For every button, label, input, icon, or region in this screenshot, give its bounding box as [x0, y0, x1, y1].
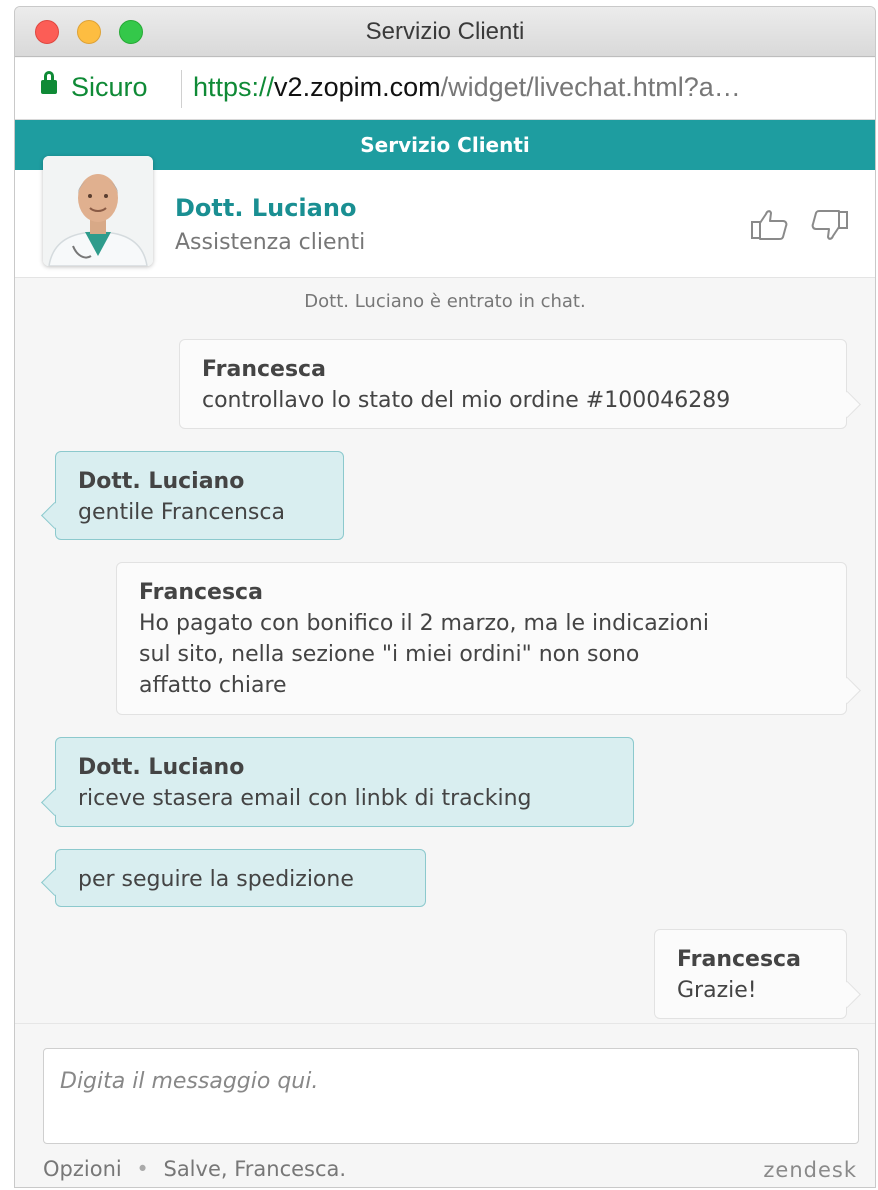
agent-panel: Dott. Luciano Assistenza clienti: [15, 156, 875, 278]
address-divider: [181, 70, 182, 108]
zendesk-logo[interactable]: zendesk: [763, 1158, 857, 1182]
secure-label: Sicuro: [71, 72, 148, 102]
lock-icon: [41, 71, 57, 94]
agent-avatar: [43, 156, 153, 266]
message-sender: Francesca: [677, 947, 801, 972]
visitor-message: Francesca controllavo lo stato del mio o…: [179, 339, 847, 429]
agent-name: Dott. Luciano: [175, 194, 357, 222]
window-title: Servizio Clienti: [365, 18, 525, 45]
message-text: gentile Francensca: [78, 500, 285, 525]
agent-message: Dott. Luciano riceve stasera email con l…: [55, 737, 634, 827]
url-path: /widget/livechat.html?a…: [440, 72, 741, 102]
agent-role: Assistenza clienti: [175, 230, 366, 255]
title-bar: Servizio Clienti: [15, 7, 875, 57]
avatar-photo: [43, 156, 153, 266]
message-text: Grazie!: [677, 978, 757, 1003]
agent-message: Dott. Luciano gentile Francensca: [55, 451, 344, 540]
message-sender: Dott. Luciano: [78, 755, 245, 780]
agent-message: per seguire la spedizione: [55, 849, 426, 907]
visitor-greeting: Salve, Francesca.: [163, 1157, 347, 1181]
chat-log: Dott. Luciano è entrato in chat. Frances…: [15, 279, 875, 1023]
message-text: controllavo lo stato del mio ordine #100…: [202, 388, 731, 413]
thumbs-up-icon[interactable]: [750, 208, 790, 242]
url-host: v2.zopim.com: [274, 72, 441, 102]
message-text-line: sul sito, nella sezione "i miei ordini" …: [139, 642, 640, 667]
system-message: Dott. Luciano è entrato in chat.: [304, 291, 586, 312]
thumbs-down-icon[interactable]: [809, 208, 849, 242]
address-bar[interactable]: Sicuro https://v2.zopim.com/widget/livec…: [15, 58, 875, 120]
browser-window: Servizio Clienti Sicuro https://v2.zopim…: [14, 6, 876, 1188]
message-text: riceve stasera email con linbk di tracki…: [78, 786, 532, 811]
message-sender: Dott. Luciano: [78, 469, 245, 494]
chat-footer: Opzioni • Salve, Francesca.: [43, 1157, 346, 1181]
url-scheme: https://: [193, 72, 275, 102]
message-text: per seguire la spedizione: [78, 867, 354, 892]
visitor-message: Francesca Ho pagato con bonifico il 2 ma…: [116, 562, 847, 715]
message-text-line: affatto chiare: [139, 673, 287, 698]
message-input[interactable]: [43, 1048, 859, 1144]
options-link[interactable]: Opzioni: [43, 1157, 122, 1181]
message-sender: Francesca: [139, 580, 263, 605]
composer-area: Opzioni • Salve, Francesca. zendesk: [15, 1023, 875, 1187]
visitor-message: Francesca Grazie!: [654, 929, 847, 1019]
message-sender: Francesca: [202, 357, 326, 382]
footer-separator: •: [136, 1157, 149, 1181]
url-text[interactable]: https://v2.zopim.com/widget/livechat.htm…: [193, 72, 741, 103]
message-text-line: Ho pagato con bonifico il 2 marzo, ma le…: [139, 611, 709, 636]
